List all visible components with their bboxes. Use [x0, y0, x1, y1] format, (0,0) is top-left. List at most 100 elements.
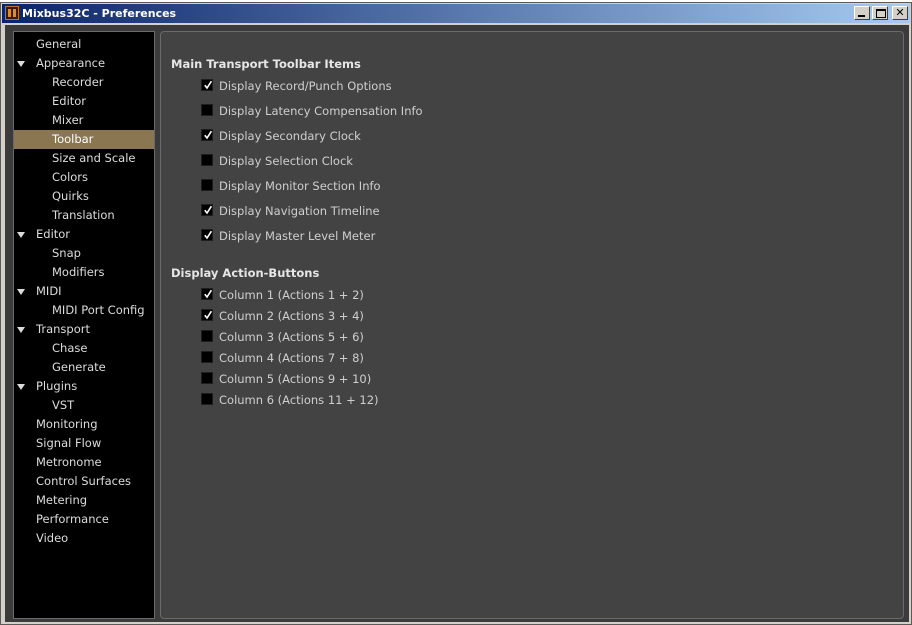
- checkbox-label: Display Navigation Timeline: [219, 204, 380, 218]
- sidebar-item-label: Video: [36, 531, 69, 545]
- checkbox-label: Display Monitor Section Info: [219, 179, 381, 193]
- checkbox-checked[interactable]: [201, 229, 213, 241]
- sidebar-item-video[interactable]: Video: [14, 529, 154, 548]
- sidebar-item-transport[interactable]: Transport: [14, 320, 154, 339]
- sidebar-item-general[interactable]: General: [14, 35, 154, 54]
- checkbox-unchecked[interactable]: [201, 372, 213, 384]
- sidebar-item-label: MIDI Port Config: [52, 303, 145, 317]
- sidebar-item-label: MIDI: [36, 284, 62, 298]
- sidebar-item-label: Editor: [52, 94, 87, 108]
- checkmark-icon: [204, 310, 212, 320]
- checkmark-icon: [204, 289, 212, 299]
- checkbox-unchecked[interactable]: [201, 154, 213, 166]
- checkbox-label: Display Latency Compensation Info: [219, 104, 423, 118]
- sidebar-item-vst[interactable]: VST: [14, 396, 154, 415]
- sidebar-item-snap[interactable]: Snap: [14, 244, 154, 263]
- sidebar-item-label: Control Surfaces: [36, 474, 132, 488]
- client-area: General Appearance Recorder Editor Mixer Tool…: [5, 25, 909, 622]
- sidebar-item-label: Recorder: [52, 75, 104, 89]
- expander-arrow-icon[interactable]: [16, 320, 26, 339]
- checkbox-checked[interactable]: [201, 309, 213, 321]
- checkmark-icon: [204, 130, 212, 140]
- sidebar-item-midi-port-config[interactable]: MIDI Port Config: [14, 301, 154, 320]
- sidebar-item-label: Size and Scale: [52, 151, 136, 165]
- sidebar-item-label: VST: [52, 398, 75, 412]
- checkbox-label: Column 3 (Actions 5 + 6): [219, 330, 364, 344]
- sidebar-item-appearance[interactable]: Appearance: [14, 54, 154, 73]
- checkmark-icon: [204, 205, 212, 215]
- sidebar-item-label: Modifiers: [52, 265, 105, 279]
- sidebar-item-monitoring[interactable]: Monitoring: [14, 415, 154, 434]
- preferences-window: Mixbus32C - Preferences ✕ General Appeara…: [0, 2, 912, 625]
- sidebar-item-label: Quirks: [52, 189, 89, 203]
- sidebar-item-metronome[interactable]: Metronome: [14, 453, 154, 472]
- checkbox-checked[interactable]: [201, 288, 213, 300]
- sidebar-item-label: Signal Flow: [36, 436, 102, 450]
- checkbox-label: Column 6 (Actions 11 + 12): [219, 393, 379, 407]
- sidebar-item-label: Generate: [52, 360, 106, 374]
- close-icon[interactable]: ✕: [892, 6, 908, 20]
- minimize-icon[interactable]: [854, 6, 870, 20]
- sidebar-item-mixer[interactable]: Mixer: [14, 111, 154, 130]
- checkbox-label: Column 5 (Actions 9 + 10): [219, 372, 372, 386]
- sidebar-item-label: Plugins: [36, 379, 78, 393]
- checkmark-icon: [204, 80, 212, 90]
- sidebar-item-label: Metronome: [36, 455, 102, 469]
- sidebar-item-signal-flow[interactable]: Signal Flow: [14, 434, 154, 453]
- toolbar-preferences-panel: Main Transport Toolbar Items Display Rec…: [160, 31, 904, 619]
- sidebar-item-label: Colors: [52, 170, 89, 184]
- sidebar-item-recorder[interactable]: Recorder: [14, 73, 154, 92]
- sidebar-item-label: Editor: [36, 227, 71, 241]
- checkbox-unchecked[interactable]: [201, 393, 213, 405]
- checkbox-unchecked[interactable]: [201, 104, 213, 116]
- checkbox-unchecked[interactable]: [201, 351, 213, 363]
- expander-arrow-icon[interactable]: [16, 225, 26, 244]
- sidebar-item-metering[interactable]: Metering: [14, 491, 154, 510]
- expander-arrow-icon[interactable]: [16, 282, 26, 301]
- sidebar-item-control-surfaces[interactable]: Control Surfaces: [14, 472, 154, 491]
- checkbox-label: Display Secondary Clock: [219, 129, 361, 143]
- sidebar-item-toolbar[interactable]: Toolbar: [14, 130, 154, 149]
- sidebar-item-plugins[interactable]: Plugins: [14, 377, 154, 396]
- expander-arrow-icon[interactable]: [16, 54, 26, 73]
- window-controls: ✕: [854, 6, 908, 20]
- checkbox-checked[interactable]: [201, 129, 213, 141]
- checkbox-label: Display Record/Punch Options: [219, 79, 392, 93]
- sidebar-item-label: Mixer: [52, 113, 84, 127]
- checkbox-checked[interactable]: [201, 79, 213, 91]
- sidebar-item-label: Monitoring: [36, 417, 98, 431]
- checkbox-label: Column 2 (Actions 3 + 4): [219, 309, 364, 323]
- checkmark-icon: [204, 230, 212, 240]
- sidebar-item-colors[interactable]: Colors: [14, 168, 154, 187]
- transport-section-title: Main Transport Toolbar Items: [171, 57, 361, 71]
- sidebar-item-quirks[interactable]: Quirks: [14, 187, 154, 206]
- sidebar-item-label: Metering: [36, 493, 88, 507]
- sidebar-item-chase[interactable]: Chase: [14, 339, 154, 358]
- expander-arrow-icon[interactable]: [16, 377, 26, 396]
- checkbox-label: Column 1 (Actions 1 + 2): [219, 288, 364, 302]
- maximize-icon[interactable]: [872, 6, 888, 20]
- sidebar-item-generate[interactable]: Generate: [14, 358, 154, 377]
- sidebar-item-midi[interactable]: MIDI: [14, 282, 154, 301]
- sidebar-item-label: Toolbar: [52, 132, 94, 146]
- checkbox-unchecked[interactable]: [201, 179, 213, 191]
- checkbox-checked[interactable]: [201, 204, 213, 216]
- checkbox-label: Column 4 (Actions 7 + 8): [219, 351, 364, 365]
- title-bar[interactable]: Mixbus32C - Preferences ✕: [2, 4, 910, 23]
- window-title: Mixbus32C - Preferences: [22, 7, 177, 20]
- sidebar-item-editor[interactable]: Editor: [14, 92, 154, 111]
- sidebar-item-modifiers[interactable]: Modifiers: [14, 263, 154, 282]
- preferences-sidebar: General Appearance Recorder Editor Mixer Tool…: [13, 31, 155, 619]
- sidebar-item-label: Performance: [36, 512, 109, 526]
- checkbox-unchecked[interactable]: [201, 330, 213, 342]
- sidebar-item-label: Chase: [52, 341, 88, 355]
- sidebar-item-label: Snap: [52, 246, 81, 260]
- checkbox-label: Display Selection Clock: [219, 154, 353, 168]
- app-icon: [5, 6, 19, 20]
- sidebar-item-label: General: [36, 37, 82, 51]
- sidebar-item-translation[interactable]: Translation: [14, 206, 154, 225]
- sidebar-item-editor[interactable]: Editor: [14, 225, 154, 244]
- sidebar-item-label: Transport: [36, 322, 90, 336]
- sidebar-item-size-and-scale[interactable]: Size and Scale: [14, 149, 154, 168]
- sidebar-item-performance[interactable]: Performance: [14, 510, 154, 529]
